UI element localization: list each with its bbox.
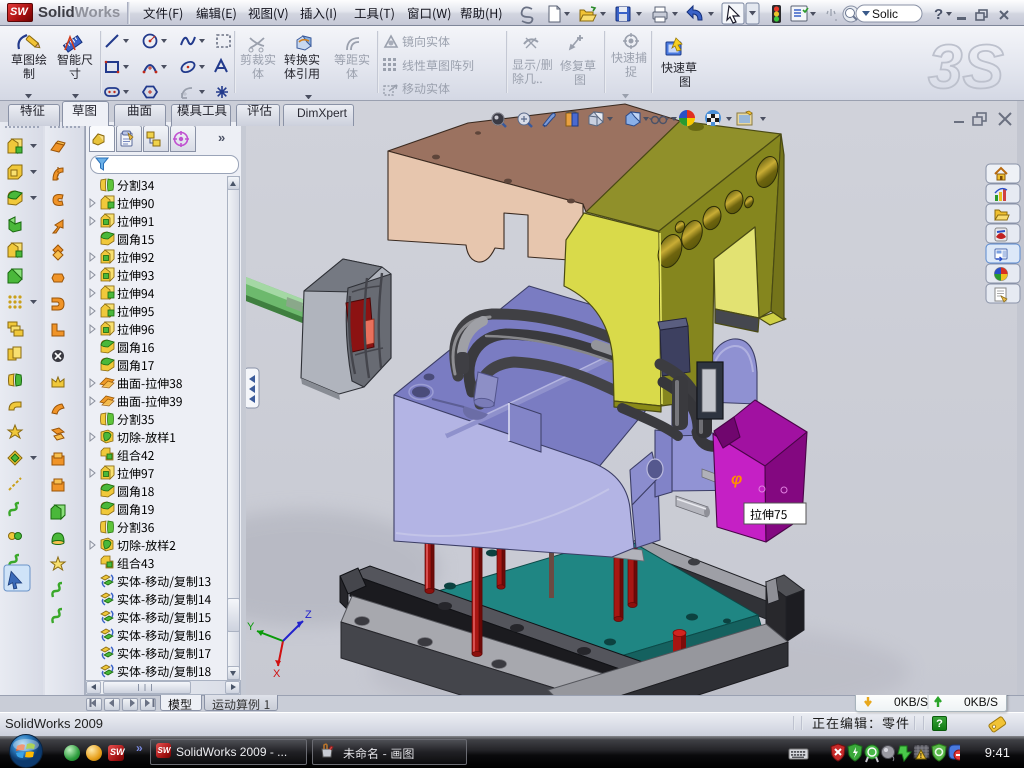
- svg-text:Y: Y: [247, 621, 255, 633]
- svg-text:3S: 3S: [928, 33, 1004, 100]
- svg-text:φ: φ: [731, 471, 742, 488]
- svg-text:Z: Z: [305, 609, 312, 621]
- svg-text:?: ?: [934, 6, 943, 23]
- svg-text:Solic: Solic: [872, 7, 898, 21]
- svg-text:!: !: [920, 753, 922, 760]
- svg-text:X: X: [273, 668, 281, 680]
